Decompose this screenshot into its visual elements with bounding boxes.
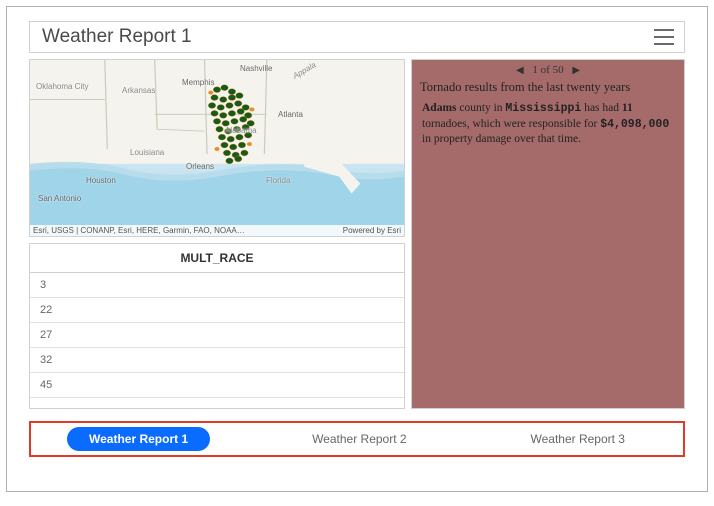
table-row[interactable]: 45 [30, 373, 404, 398]
detail-state: Mississippi [505, 102, 581, 115]
header-bar: Weather Report 1 [29, 21, 685, 53]
map-label: Oklahoma City [36, 82, 88, 91]
map-label: Atlanta [278, 110, 303, 119]
map-label: Houston [86, 176, 116, 185]
page-title: Weather Report 1 [42, 26, 192, 48]
detail-county: Adams [422, 102, 457, 114]
pager: ◀ 1 of 50 ▶ [412, 60, 684, 78]
detail-body: Adams county in Mississippi has had 11 t… [412, 99, 684, 150]
map-label: San Antonio [38, 194, 81, 203]
app-frame: Weather Report 1 [6, 6, 708, 492]
map-attrib-right: Powered by Esri [343, 226, 401, 235]
table-row[interactable]: 3 [30, 273, 404, 298]
detail-title: Tornado results from the last twenty yea… [412, 78, 684, 99]
detail-damage: $4,098,000 [600, 118, 669, 131]
data-table: MULT_RACE 3 22 27 32 45 [29, 243, 405, 409]
map-label: Arkansas [122, 86, 155, 95]
map-widget[interactable]: Oklahoma City Arkansas Memphis Nashville… [29, 59, 405, 237]
content-row: Oklahoma City Arkansas Memphis Nashville… [29, 59, 685, 409]
map-label: Florida [266, 176, 290, 185]
tab-report-1[interactable]: Weather Report 1 [67, 427, 210, 451]
map-label: Louisiana [130, 148, 164, 157]
prev-icon[interactable]: ◀ [510, 65, 530, 76]
detail-panel: ◀ 1 of 50 ▶ Tornado results from the las… [411, 59, 685, 409]
table-row[interactable]: 32 [30, 348, 404, 373]
menu-icon[interactable] [654, 29, 674, 45]
tabs-bar: Weather Report 1 Weather Report 2 Weathe… [29, 421, 685, 457]
pager-of: of [541, 64, 550, 76]
pager-pos: 1 [532, 64, 538, 76]
map-label: Memphis [182, 78, 214, 87]
pager-total: 50 [553, 64, 564, 76]
detail-count: 11 [622, 102, 633, 114]
table-header: MULT_RACE [30, 244, 404, 273]
tab-report-3[interactable]: Weather Report 3 [508, 427, 647, 451]
table-row[interactable]: 27 [30, 323, 404, 348]
next-icon[interactable]: ▶ [566, 65, 586, 76]
tab-report-2[interactable]: Weather Report 2 [290, 427, 429, 451]
map-label: Alabama [225, 126, 257, 135]
map-attribution: Esri, USGS | CONANP, Esri, HERE, Garmin,… [30, 225, 404, 236]
map-attrib-left: Esri, USGS | CONANP, Esri, HERE, Garmin,… [33, 226, 245, 235]
left-column: Oklahoma City Arkansas Memphis Nashville… [29, 59, 405, 409]
map-label: Nashville [240, 64, 272, 73]
table-row[interactable]: 22 [30, 298, 404, 323]
map-label: Orleans [186, 162, 214, 171]
